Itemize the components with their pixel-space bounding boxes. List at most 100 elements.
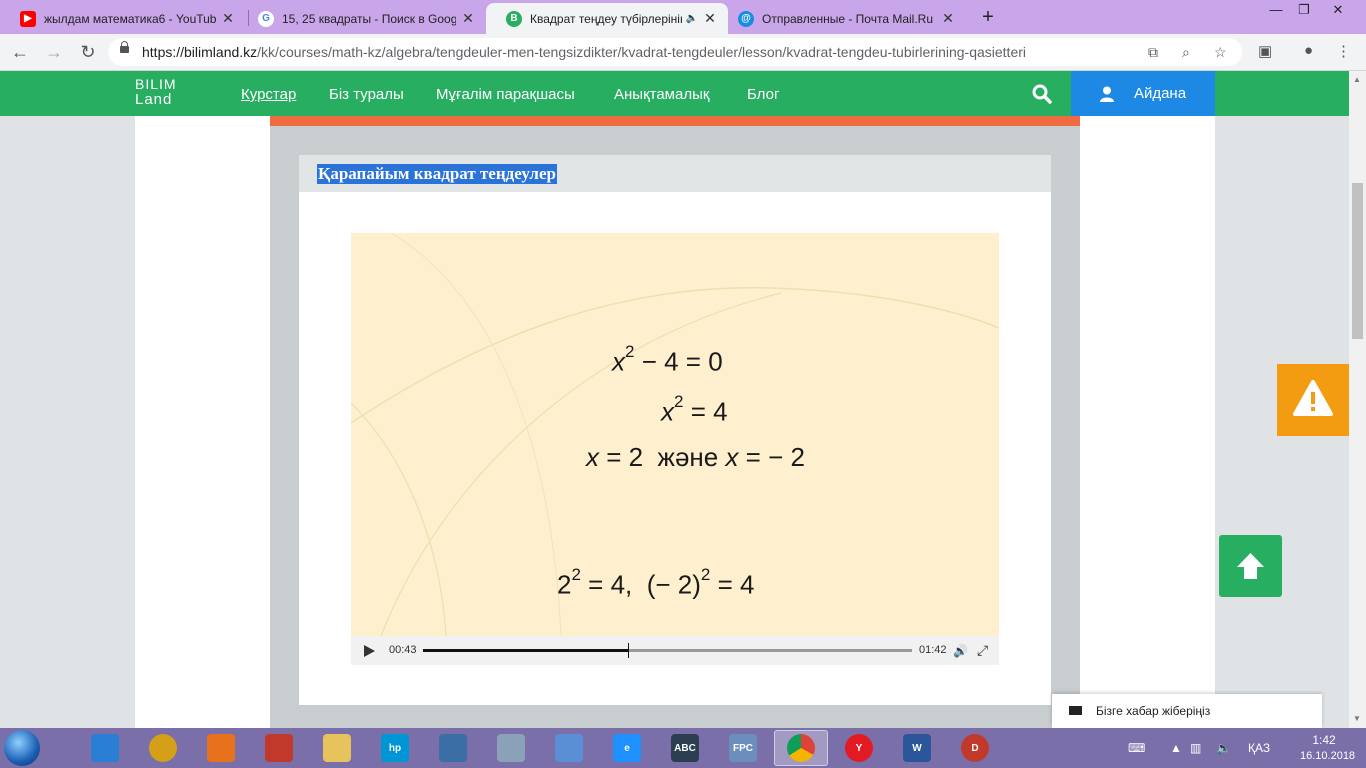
page-scrollbar[interactable]: ▲ ▼ <box>1349 71 1366 728</box>
hp-icon: hp <box>381 734 409 762</box>
system-clock[interactable]: 1:42 16.10.2018 <box>1300 732 1355 764</box>
volume-icon[interactable]: 🔊 <box>953 644 968 658</box>
google-icon: G <box>258 10 274 27</box>
start-button[interactable] <box>4 730 40 766</box>
taskbar-item[interactable] <box>542 730 596 766</box>
user-account-button[interactable]: Айдана <box>1071 71 1215 116</box>
taskbar-item[interactable]: e <box>600 730 654 766</box>
taskbar-item[interactable]: Y <box>832 730 886 766</box>
d-app-icon: D <box>961 734 989 762</box>
new-tab-button[interactable]: + <box>976 6 1000 29</box>
taskbar-item[interactable] <box>136 730 190 766</box>
tab-mail[interactable]: @ Отправленные - Почта Mail.Ru ✕ <box>718 3 966 34</box>
user-name: Айдана <box>1133 85 1187 102</box>
play-icon[interactable] <box>364 645 375 657</box>
tab-google-search[interactable]: G 15, 25 квадраты - Поиск в Google ✕ <box>238 3 486 34</box>
report-problem-button[interactable] <box>1277 364 1349 436</box>
scroll-down-arrow[interactable]: ▼ <box>1353 714 1361 723</box>
windows-taskbar: hp e ABC FPC Y W D ⌨ ▲ ▥ 🔈 ҚАЗ 1:42 16.10.2018 <box>0 728 1366 768</box>
forward-button[interactable]: → <box>42 40 66 64</box>
close-icon[interactable]: ✕ <box>940 10 956 27</box>
speaker-icon[interactable]: 🔈 <box>686 13 698 24</box>
yandex-icon: Y <box>845 734 873 762</box>
taskbar-item[interactable] <box>310 730 364 766</box>
taskbar-item[interactable] <box>252 730 306 766</box>
scroll-up-arrow[interactable]: ▲ <box>1353 75 1361 84</box>
back-button[interactable]: ← <box>8 40 32 64</box>
minimize-button[interactable]: — <box>1262 2 1290 17</box>
taskbar-item[interactable] <box>78 730 132 766</box>
close-window-button[interactable]: ✕ <box>1324 2 1352 18</box>
taskbar-item[interactable]: ABC <box>658 730 712 766</box>
profile-icon[interactable]: ● <box>1304 42 1313 59</box>
seek-handle[interactable] <box>628 643 630 658</box>
equation-1: x2 − 4 = 0 <box>612 342 723 377</box>
video-controls: 00:43 01:42 🔊 ⤢ <box>351 636 999 665</box>
monitor-app-icon <box>439 734 467 762</box>
star-icon[interactable]: ☆ <box>1214 44 1227 61</box>
translate-icon[interactable]: ⧉ <box>1148 44 1158 61</box>
media-player-icon <box>149 734 177 762</box>
scroll-to-top-button[interactable] <box>1219 535 1282 597</box>
tab-label: Квадрат теңдеу түбірлерінің қасиеттері <box>530 11 682 26</box>
puzzle-app-icon <box>265 734 293 762</box>
tab-youtube[interactable]: ▶ жылдам математика6 - YouTube ✕ <box>0 3 246 34</box>
nav-about[interactable]: Біз туралы <box>329 86 404 103</box>
url-text[interactable]: https://bilimland.kz/kk/courses/math-kz/… <box>142 44 1026 60</box>
address-bar[interactable]: https://bilimland.kz/kk/courses/math-kz/… <box>108 38 1242 66</box>
search-icon[interactable] <box>1032 84 1052 104</box>
close-icon[interactable]: ✕ <box>460 10 476 27</box>
close-icon[interactable]: ✕ <box>220 10 236 27</box>
taskbar-item[interactable] <box>194 730 248 766</box>
chrome-icon <box>787 734 815 762</box>
duration: 01:42 <box>919 644 947 656</box>
bilimland-logo[interactable]: BILIM Land <box>135 77 177 108</box>
taskbar-item[interactable]: hp <box>368 730 422 766</box>
volume-icon[interactable]: 🔈 <box>1216 741 1231 755</box>
taskbar-item[interactable] <box>426 730 480 766</box>
tab-bilimland[interactable]: B Квадрат теңдеу түбірлерінің қасиеттері… <box>486 3 728 34</box>
calculator-icon <box>497 734 525 762</box>
accent-bar <box>270 116 1080 126</box>
fpc-icon: FPC <box>729 734 757 762</box>
section-title: Қарапайым квадрат теңдеулер <box>317 164 557 184</box>
scrollbar-thumb[interactable] <box>1352 183 1363 339</box>
taskbar-item[interactable]: W <box>890 730 944 766</box>
language-indicator[interactable]: ҚАЗ <box>1248 741 1270 755</box>
keyboard-icon[interactable]: ⌨ <box>1128 741 1145 755</box>
current-time: 00:43 <box>389 644 417 656</box>
equation-4: 22 = 4, (− 2)2 = 4 <box>557 565 755 600</box>
video-player-icon <box>207 734 235 762</box>
tray-expand-icon[interactable]: ▲ <box>1170 741 1182 755</box>
extension-icon[interactable]: ▣ <box>1258 42 1272 60</box>
taskbar-item[interactable]: FPC <box>716 730 770 766</box>
nav-teacher-page[interactable]: Мұғалім парақшасы <box>436 86 575 103</box>
fullscreen-icon[interactable]: ⤢ <box>977 642 988 659</box>
taskbar-item[interactable]: D <box>948 730 1002 766</box>
feedback-widget[interactable]: Бізге хабар жіберіңіз <box>1052 694 1322 728</box>
taskbar-item[interactable] <box>774 730 828 766</box>
user-icon <box>1099 86 1114 102</box>
taskbar-item[interactable] <box>484 730 538 766</box>
menu-icon[interactable]: ⋮ <box>1336 42 1351 60</box>
reload-button[interactable]: ↻ <box>76 40 100 64</box>
network-icon[interactable]: ▥ <box>1190 741 1201 755</box>
abc-net-icon: ABC <box>671 734 699 762</box>
zoom-icon[interactable]: ⌕ <box>1182 44 1190 61</box>
youtube-icon: ▶ <box>20 10 36 27</box>
file-explorer-icon <box>323 734 351 762</box>
lock-icon <box>120 41 129 53</box>
nav-reference[interactable]: Анықтамалық <box>614 86 709 103</box>
rocket-app-icon <box>91 734 119 762</box>
mail-icon: @ <box>738 10 754 27</box>
nav-courses[interactable]: Курстар <box>241 86 296 103</box>
bilimland-icon: B <box>506 10 522 27</box>
tab-label: Отправленные - Почта Mail.Ru <box>762 11 933 26</box>
browser-toolbar: ← → ↻ https://bilimland.kz/kk/courses/ma… <box>0 34 1366 71</box>
seek-bar[interactable] <box>423 643 912 658</box>
close-icon[interactable]: ✕ <box>702 10 718 27</box>
video-player[interactable]: x2 − 4 = 0 x2 = 4 x = 2 және x = − 2 22 … <box>351 233 999 665</box>
nav-blog[interactable]: Блог <box>747 86 779 103</box>
restore-button[interactable]: ❐ <box>1290 2 1318 18</box>
word-icon: W <box>903 734 931 762</box>
